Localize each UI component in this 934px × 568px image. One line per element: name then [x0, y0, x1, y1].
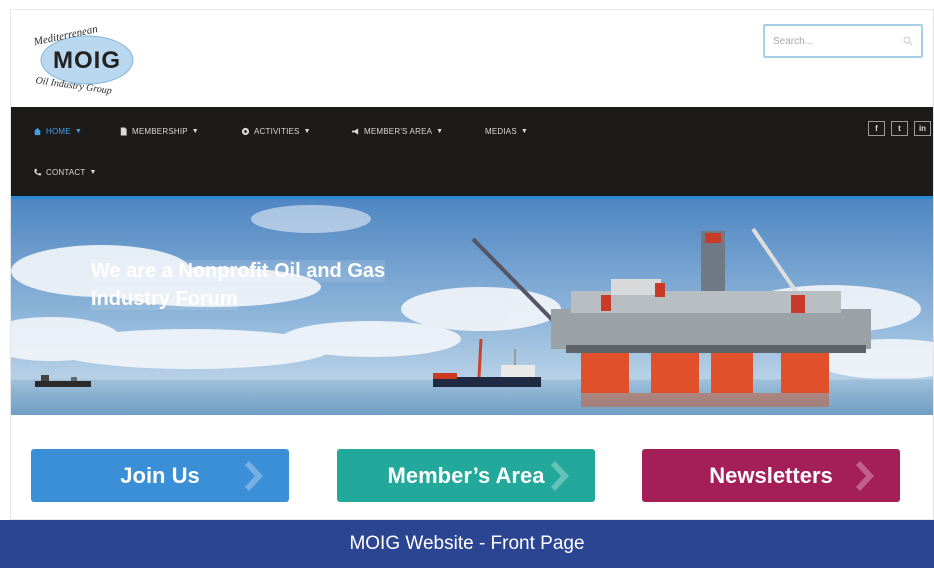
nav-row-1: HOME ▼ MEMBERSHIP ▼ ACTIVITIES ▼ MEMBER'…	[33, 111, 565, 151]
main-nav: HOME ▼ MEMBERSHIP ▼ ACTIVITIES ▼ MEMBER'…	[11, 107, 933, 199]
caret-down-icon: ▼	[191, 127, 199, 135]
hero-title: We are a Nonprofit Oil and Gas Industry …	[91, 257, 451, 313]
chevron-right-icon	[551, 461, 569, 491]
hero-title-line1: We are a Nonprofit Oil and Gas	[91, 260, 386, 282]
twitter-icon[interactable]: t	[891, 121, 908, 136]
megaphone-icon	[351, 127, 359, 135]
nav-item-medias[interactable]: MEDIAS ▼	[485, 127, 565, 136]
nav-row-2: CONTACT ▼	[33, 152, 97, 192]
search-input[interactable]	[773, 35, 893, 47]
moig-logo[interactable]: Mediterrenean MOIG Oil Industry Group	[29, 16, 147, 102]
nav-item-members-area[interactable]: MEMBER'S AREA ▼	[351, 127, 485, 136]
members-area-label: Member’s Area	[387, 462, 545, 488]
nav-label-membership: MEMBERSHIP	[132, 126, 188, 136]
caret-down-icon: ▼	[303, 127, 311, 135]
logo-line2: MOIG	[53, 47, 121, 74]
nav-label-contact: CONTACT	[46, 167, 86, 177]
caption-text: MOIG Website - Front Page	[349, 533, 585, 554]
logo-graphic: Mediterrenean MOIG Oil Industry Group	[32, 23, 134, 97]
website-screenshot: Mediterrenean MOIG Oil Industry Group HO…	[10, 9, 934, 520]
caret-down-icon: ▼	[89, 168, 97, 176]
nav-label-activities: ACTIVITIES	[254, 126, 300, 136]
caret-down-icon: ▼	[436, 127, 444, 135]
phone-icon	[34, 168, 42, 175]
caret-down-icon: ▼	[520, 127, 529, 135]
chevron-right-icon	[245, 461, 263, 491]
search-icon[interactable]	[903, 36, 913, 46]
home-icon	[33, 127, 42, 135]
newsletters-button[interactable]: Newsletters	[642, 449, 900, 502]
nav-item-contact[interactable]: CONTACT ▼	[33, 168, 97, 177]
nav-item-membership[interactable]: MEMBERSHIP ▼	[119, 127, 241, 136]
site-header: Mediterrenean MOIG Oil Industry Group	[11, 10, 933, 107]
join-us-label: Join Us	[120, 462, 200, 488]
newsletters-label: Newsletters	[709, 462, 833, 488]
join-us-button[interactable]: Join Us	[31, 449, 289, 502]
search-box[interactable]	[763, 24, 923, 58]
gear-icon	[241, 127, 250, 135]
social-links: f t in	[868, 121, 931, 136]
nav-label-medias: MEDIAS	[485, 126, 517, 136]
hero-banner: We are a Nonprofit Oil and Gas Industry …	[11, 199, 933, 415]
facebook-icon[interactable]: f	[868, 121, 885, 136]
nav-item-activities[interactable]: ACTIVITIES ▼	[241, 127, 351, 136]
chevron-right-icon	[856, 461, 874, 491]
members-area-button[interactable]: Member’s Area	[337, 449, 595, 502]
document-icon	[120, 126, 127, 136]
caret-down-icon: ▼	[74, 127, 82, 135]
nav-item-home[interactable]: HOME ▼	[33, 127, 119, 136]
linkedin-icon[interactable]: in	[914, 121, 931, 136]
nav-label-home: HOME	[46, 126, 71, 136]
nav-label-members-area: MEMBER'S AREA	[364, 126, 433, 136]
caption-bar: MOIG Website - Front Page	[0, 520, 934, 568]
hero-title-line2: Industry Forum	[91, 288, 238, 310]
